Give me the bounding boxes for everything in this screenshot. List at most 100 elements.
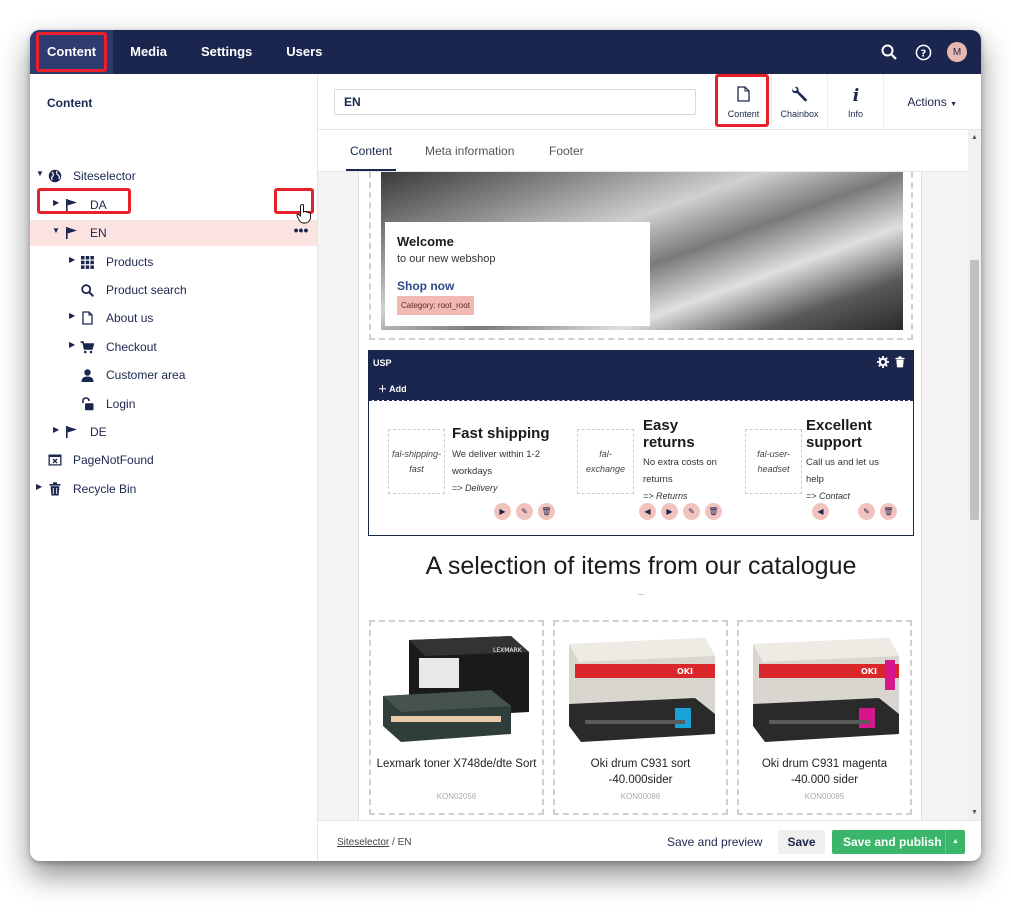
move-right-icon[interactable]: ▶ <box>494 503 511 520</box>
product-image: OKI <box>749 630 899 750</box>
caret-right-icon[interactable]: ▶ <box>69 311 75 320</box>
hero-title: Welcome <box>397 234 454 249</box>
product-name: Lexmark toner X748de/dte Sort <box>376 758 537 770</box>
hero-card: Welcome to our new webshop Shop now Cate… <box>385 222 650 326</box>
tab-meta-information[interactable]: Meta information <box>425 144 514 158</box>
brand-text: OKI <box>677 667 693 676</box>
save-and-preview-button[interactable]: Save and preview <box>667 835 762 849</box>
delete-icon[interactable]: 🗑 <box>705 503 722 520</box>
editor-header: Content Chainbox i Info Actions ▼ <box>318 74 981 130</box>
caret-down-icon[interactable]: ▼ <box>52 226 60 235</box>
caret-right-icon[interactable]: ▶ <box>53 425 59 434</box>
edit-icon[interactable]: ✎ <box>516 503 533 520</box>
product-card[interactable]: OKI Oki drum C931 magenta -40.000 sider … <box>737 620 912 815</box>
editor-scrollbar[interactable]: ▲ ▼ <box>968 130 981 820</box>
category-tag: Category: root_root <box>397 296 474 315</box>
tree-item-customer-area[interactable]: Customer area <box>30 362 317 388</box>
wrench-icon <box>772 86 827 104</box>
globe-icon <box>47 168 63 184</box>
usp-icon-placeholder: fal-shipping-fast <box>388 429 445 494</box>
topnav-content[interactable]: Content <box>30 30 114 74</box>
caret-right-icon[interactable]: ▶ <box>69 255 75 264</box>
search-icon <box>79 282 95 298</box>
page-preview: Welcome to our new webshop Shop now Cate… <box>358 172 922 820</box>
move-left-icon[interactable]: ◀ <box>812 503 829 520</box>
caret-right-icon[interactable]: ▶ <box>36 482 42 491</box>
chainbox-button[interactable]: Chainbox <box>771 74 827 130</box>
avatar[interactable]: M <box>947 42 967 62</box>
trash-icon[interactable] <box>895 355 905 373</box>
tree-item-pagenotfound[interactable]: PageNotFound <box>30 447 317 473</box>
flag-icon <box>63 197 79 213</box>
info-icon: i <box>828 86 883 104</box>
tree-label: Siteselector <box>73 169 136 183</box>
move-right-icon[interactable]: ▶ <box>661 503 678 520</box>
actions-label: Actions <box>907 95 947 109</box>
tree-item-products[interactable]: ▶ Products <box>30 249 317 275</box>
usp-desc: We deliver within 1-2 workdays <box>452 449 541 477</box>
save-and-publish-button[interactable]: Save and publish ▲ <box>832 830 965 854</box>
tree-item-login[interactable]: Login <box>30 391 317 417</box>
page-name-input[interactable] <box>334 89 696 115</box>
grid-icon <box>79 254 95 270</box>
usp-link[interactable]: => Delivery <box>452 483 498 493</box>
tree-item-recycle-bin[interactable]: ▶ Recycle Bin <box>30 476 317 502</box>
caret-right-icon[interactable]: ▶ <box>69 340 75 349</box>
tree-item-de[interactable]: ▶ DE <box>30 419 317 445</box>
caret-down-icon[interactable]: ▼ <box>36 169 44 178</box>
delete-icon[interactable]: 🗑 <box>880 503 897 520</box>
info-button[interactable]: i Info <box>827 74 883 130</box>
breadcrumb: Siteselector / EN <box>337 837 412 848</box>
tree-label: Customer area <box>106 368 186 382</box>
breadcrumb-root[interactable]: Siteselector <box>337 837 389 848</box>
content-button-label: Content <box>727 109 760 119</box>
topnav-users[interactable]: Users <box>269 30 339 74</box>
chevron-down-icon: ▼ <box>950 101 957 108</box>
trash-icon <box>47 481 63 497</box>
shop-now-link[interactable]: Shop now <box>397 279 638 293</box>
topnav-settings[interactable]: Settings <box>184 30 269 74</box>
scrollbar-thumb[interactable] <box>970 260 979 520</box>
usp-link[interactable]: => Returns <box>643 491 688 501</box>
hero-block[interactable]: Welcome to our new webshop Shop now Cate… <box>369 172 913 340</box>
help-icon[interactable]: ? <box>913 42 933 62</box>
content-button[interactable]: Content <box>715 74 771 130</box>
header-divider <box>883 74 884 130</box>
usp-heading: Easy returns <box>643 417 695 451</box>
move-left-icon[interactable]: ◀ <box>639 503 656 520</box>
usp-heading: Excellent support <box>806 417 872 451</box>
caret-right-icon[interactable]: ▶ <box>53 198 59 207</box>
delete-icon[interactable]: 🗑 <box>538 503 555 520</box>
scroll-down-icon[interactable]: ▼ <box>971 809 978 816</box>
usp-link[interactable]: => Contact <box>806 491 850 501</box>
topnav-media[interactable]: Media <box>113 30 184 74</box>
scroll-up-icon[interactable]: ▲ <box>971 134 978 141</box>
product-card[interactable]: OKI Oki drum C931 sort -40.000sider KON0… <box>553 620 728 815</box>
edit-icon[interactable]: ✎ <box>858 503 875 520</box>
tab-content[interactable]: Content <box>350 144 392 158</box>
tree-item-checkout[interactable]: ▶ Checkout <box>30 334 317 360</box>
tree-label: DE <box>90 425 107 439</box>
tree-item-product-search[interactable]: Product search <box>30 277 317 303</box>
catalogue-subtitle: ... <box>637 588 645 597</box>
gear-icon[interactable] <box>877 355 889 373</box>
editor-tabs: Content Meta information Footer <box>318 130 968 172</box>
tree-item-en[interactable]: ▼ EN ••• <box>30 220 317 246</box>
save-button[interactable]: Save <box>778 830 825 854</box>
usp-add-button[interactable]: ＋ Add <box>378 382 407 395</box>
sidebar-title: Content <box>47 96 93 110</box>
tree-item-about-us[interactable]: ▶ About us <box>30 305 317 331</box>
tree-item-da[interactable]: ▶ DA <box>30 192 317 218</box>
product-card[interactable]: LEXMARK Lexmark toner X748de/dte Sort KO… <box>369 620 544 815</box>
tab-footer[interactable]: Footer <box>549 144 584 158</box>
hand-cursor-icon <box>296 204 312 229</box>
tree-item-siteselector[interactable]: ▼ Siteselector <box>30 163 317 189</box>
actions-dropdown[interactable]: Actions ▼ <box>907 95 957 109</box>
edit-icon[interactable]: ✎ <box>683 503 700 520</box>
cart-icon <box>79 339 95 355</box>
unlock-icon <box>79 396 95 412</box>
chevron-up-icon[interactable]: ▲ <box>945 830 965 854</box>
search-icon[interactable] <box>879 42 899 62</box>
active-tab-indicator <box>346 169 396 171</box>
tree-label: About us <box>106 311 154 325</box>
